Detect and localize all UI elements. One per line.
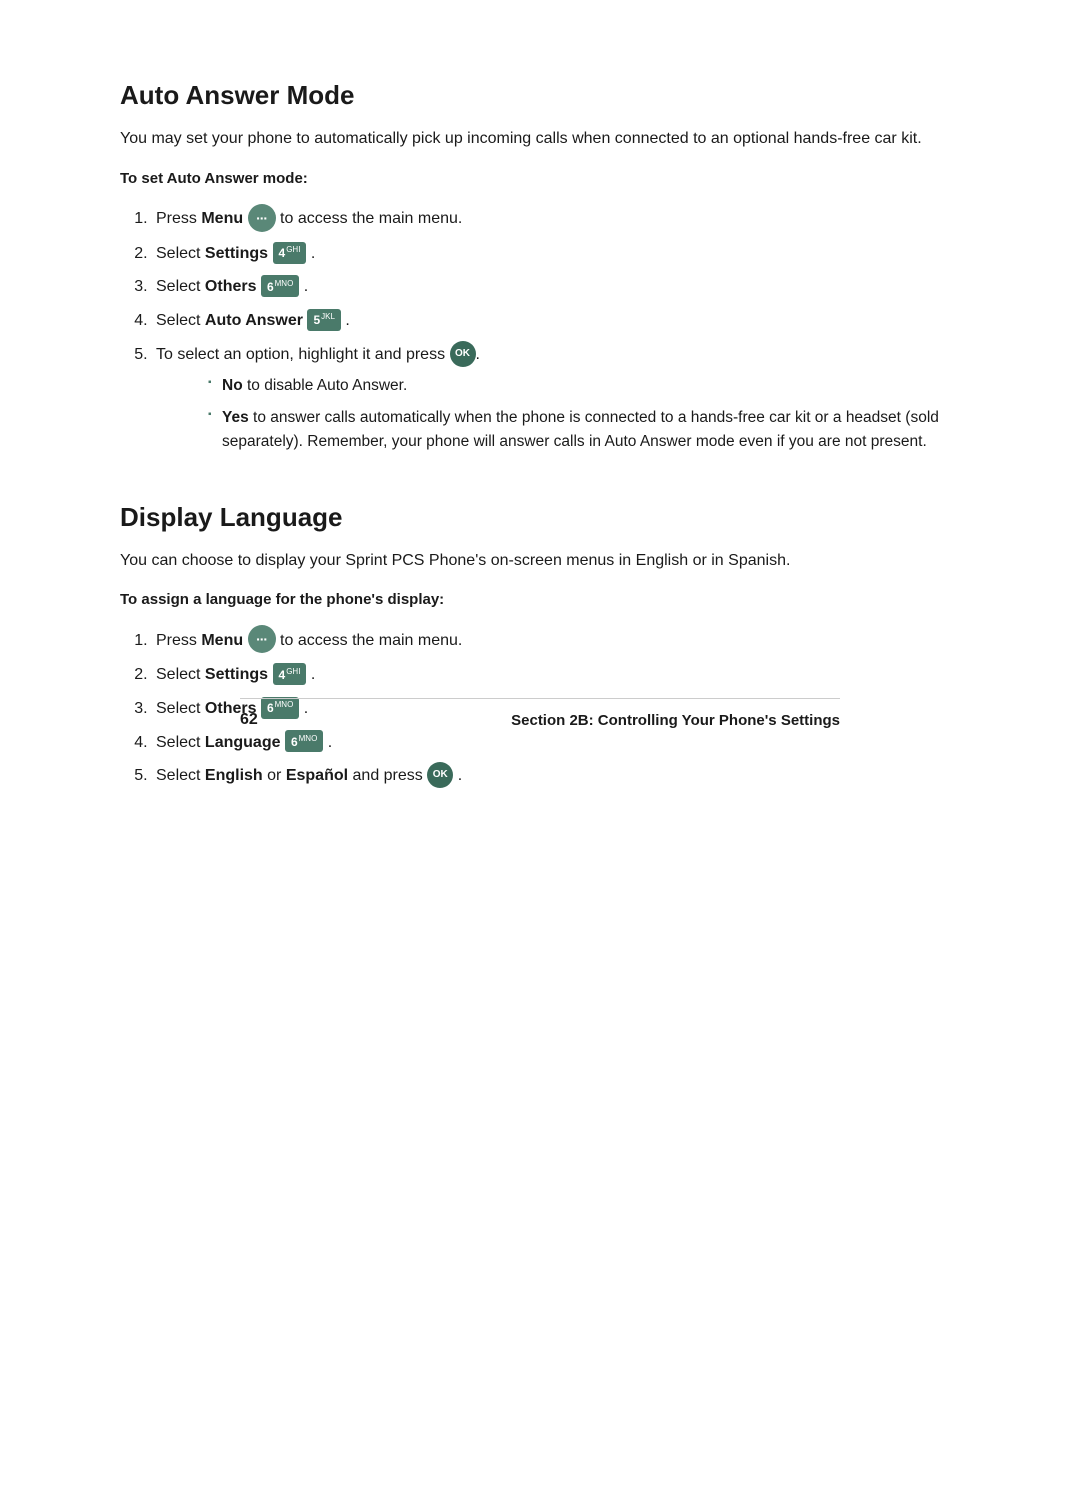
dl-step-4: Select Language 6MNO . [152, 730, 960, 756]
dl-step2-settings-label: Settings [205, 666, 268, 683]
dl-step-5: Select English or Español and press OK . [152, 763, 960, 789]
section2-intro: You can choose to display your Sprint PC… [120, 549, 960, 574]
bullet-yes-label: Yes [222, 409, 249, 426]
footer-page-number: 62 [240, 711, 258, 729]
section1-intro: You may set your phone to automatically … [120, 127, 960, 152]
step-3: Select Others 6MNO . [152, 274, 960, 300]
footer-section-title: Section 2B: Controlling Your Phone's Set… [511, 712, 840, 729]
bullet-no: No to disable Auto Answer. [208, 374, 960, 398]
dl-step1-menu-label: Menu [201, 632, 243, 649]
settings-key-icon: 4GHI [273, 242, 307, 264]
dl-menu-icon [248, 625, 276, 653]
dl-step5-english-label: English [205, 767, 263, 784]
autoanswer-key-icon: 5JKL [307, 309, 340, 331]
step-5: To select an option, highlight it and pr… [152, 342, 960, 454]
step5-bullets: No to disable Auto Answer. Yes to answer… [208, 374, 960, 454]
section1-steps: Press Menu to access the main menu. Sele… [152, 205, 960, 454]
page-footer: 62 Section 2B: Controlling Your Phone's … [240, 698, 840, 729]
step-1: Press Menu to access the main menu. [152, 205, 960, 233]
ok-icon: OK [450, 341, 476, 367]
dl-settings-key-icon: 4GHI [273, 663, 307, 685]
dl-step5-espanol-label: Español [286, 767, 348, 784]
bullet-yes-text: to answer calls automatically when the p… [222, 409, 939, 450]
dl-language-key-icon: 6MNO [285, 730, 323, 752]
dl-step-2: Select Settings 4GHI . [152, 662, 960, 688]
step1-menu-label: Menu [201, 210, 243, 227]
step3-others-label: Others [205, 278, 257, 295]
section1-title: Auto Answer Mode [120, 80, 960, 111]
dl-step-1: Press Menu to access the main menu. [152, 626, 960, 654]
others-key-icon: 6MNO [261, 275, 299, 297]
bullet-no-label: No [222, 377, 243, 394]
section1-sublabel: To set Auto Answer mode: [120, 170, 960, 187]
section2-sublabel: To assign a language for the phone's dis… [120, 591, 960, 608]
step4-autoanswer-label: Auto Answer [205, 312, 303, 329]
section-display-language: Display Language You can choose to displ… [120, 502, 960, 790]
page-content: Auto Answer Mode You may set your phone … [120, 80, 960, 789]
menu-icon [248, 204, 276, 232]
step-4: Select Auto Answer 5JKL . [152, 308, 960, 334]
bullet-yes: Yes to answer calls automatically when t… [208, 406, 960, 454]
step-2: Select Settings 4GHI . [152, 241, 960, 267]
dl-step4-language-label: Language [205, 734, 281, 751]
section2-title: Display Language [120, 502, 960, 533]
dl-ok-icon: OK [427, 762, 453, 788]
bullet-no-text: to disable Auto Answer. [247, 377, 407, 394]
section-auto-answer: Auto Answer Mode You may set your phone … [120, 80, 960, 454]
step2-settings-label: Settings [205, 245, 268, 262]
